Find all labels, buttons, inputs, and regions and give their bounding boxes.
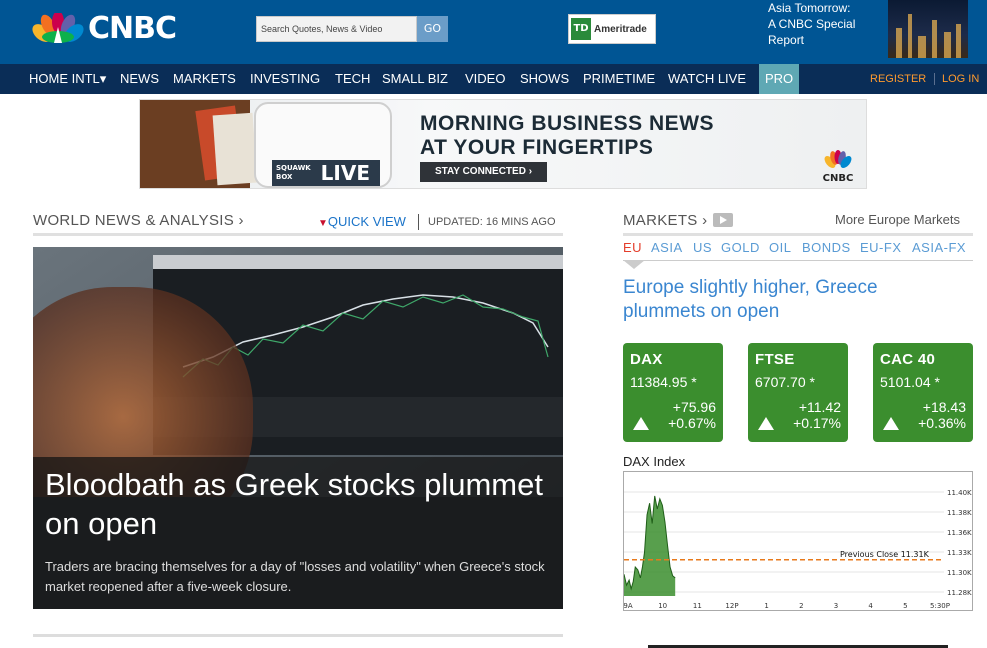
cnbc-logo[interactable]: CNBC [32,12,222,46]
tile-percent: +0.67% [668,415,716,431]
arrow-up-icon [633,417,649,430]
tab-asia-fx[interactable]: ASIA-FX [912,240,966,255]
nav-item-pro[interactable]: PRO [759,64,800,94]
tile-price: 5101.04 * [880,374,940,390]
banner-ad[interactable]: LIVE SQUAWK BOX MORNING BUSINESS NEWS AT … [139,99,867,189]
tile-change: +75.96 [672,399,716,415]
tile-change: +11.42 [798,399,841,415]
quick-view-link[interactable]: ▼QUICK VIEW [318,214,406,229]
peacock-icon [824,150,852,168]
nav-item-primetime[interactable]: PRIMETIME [583,64,655,94]
search-go-button[interactable]: GO [417,16,448,42]
chart-x-tick-label: 2 [799,602,803,610]
play-video-icon[interactable] [713,213,733,227]
tab-bonds[interactable]: BONDS [802,240,851,255]
nav-item-home-intl[interactable]: HOME INTL▾ [29,64,106,94]
index-tile-dax[interactable]: DAX 11384.95 * +75.96 +0.67% [623,343,723,442]
tile-price: 6707.70 * [755,374,815,390]
logo-wordmark: CNBC [88,11,177,46]
chart-y-tick-label: 11.36K [947,529,972,537]
ad-brand-text: Ameritrade [594,23,647,35]
markets-rule [623,233,973,236]
register-link[interactable]: REGISTER [870,64,926,94]
nav-item-video[interactable]: VIDEO [465,64,505,94]
promo-line-3: Report [768,33,805,47]
nav-item-markets[interactable]: MARKETS [173,64,236,94]
nav-item-small-biz[interactable]: SMALL BIZ [382,64,448,94]
hero-headline[interactable]: Bloodbath as Greek stocks plummet on ope… [45,465,545,543]
nav-item-tech[interactable]: TECH [335,64,370,94]
chart-x-tick-label: 9A [624,602,633,610]
index-tile-cac40[interactable]: CAC 40 5101.04 * +18.43 +0.36% [873,343,973,442]
nav-item-shows[interactable]: SHOWS [520,64,569,94]
chart-y-tick-label: 11.30K [947,569,972,577]
chart-x-tick-label: 1 [764,602,768,610]
chart-x-tick-label: 3 [834,602,838,610]
asia-promo[interactable]: Asia Tomorrow: A CNBC Special Report [768,0,878,48]
tile-percent: +0.17% [793,415,841,431]
banner-headline: MORNING BUSINESS NEWS AT YOUR FINGERTIPS [420,112,715,159]
phone-squawk-label: SQUAWK BOX [276,164,311,181]
tile-change: +18.43 [922,399,966,415]
tab-asia[interactable]: ASIA [651,240,683,255]
tile-price: 11384.95 * [630,374,697,390]
chart-x-tick-label: 12P [725,602,738,610]
chart-x-tick-label: 4 [868,602,873,610]
promo-line-2: A CNBC Special [768,17,856,31]
banner-cnbc-logo: CNBC [816,150,860,184]
chart-y-tick-label: 11.40K [947,489,972,497]
asia-promo-thumbnail[interactable] [888,0,968,58]
top-header: CNBC Search Quotes, News & Video GO TD A… [0,0,987,64]
dax-chart[interactable]: 11.40K 11.38K 11.36K 11.33K 11.30K 11.28K Prev… [623,471,973,611]
hero-story[interactable]: Bloodbath as Greek stocks plummet on ope… [33,247,563,609]
ameritrade-ad[interactable]: TD Ameritrade [568,14,656,44]
more-europe-markets-link[interactable]: More Europe Markets [835,212,960,227]
arrow-up-icon [758,417,774,430]
phone-image: LIVE SQUAWK BOX [254,102,392,188]
chart-y-tick-label: 11.33K [947,549,972,557]
world-news-rule [33,233,563,236]
tile-name: CAC 40 [880,351,936,368]
peacock-icon [32,13,84,43]
tabs-rule [623,260,973,261]
nav-item-watch-live[interactable]: WATCH LIVE [668,64,746,94]
index-tile-ftse[interactable]: FTSE 6707.70 * +11.42 +0.17% [748,343,848,442]
world-news-heading[interactable]: WORLD NEWS & ANALYSIS › [33,212,244,229]
chart-x-tick-label: 11 [693,602,702,610]
dax-chart-svg: 11.40K 11.38K 11.36K 11.33K 11.30K 11.28K Prev… [624,489,972,610]
nav-item-investing[interactable]: INVESTING [250,64,320,94]
nav-item-news[interactable]: NEWS [120,64,159,94]
wallet-image [140,100,258,188]
chart-x-tick-label: 5:30P [930,602,950,610]
tab-oil[interactable]: OIL [769,240,791,255]
markets-heading[interactable]: MARKETS › [623,212,707,229]
tile-name: DAX [630,351,663,368]
chart-x-tick-label: 10 [658,602,667,610]
main-nav: HOME INTL▾ NEWS MARKETS INVESTING TECH S… [0,64,987,94]
arrow-up-icon [883,417,899,430]
tab-us[interactable]: US [693,240,712,255]
dax-chart-title: DAX Index [623,454,686,469]
stay-connected-button[interactable]: STAY CONNECTED › [420,162,547,182]
chart-y-tick-label: 11.38K [947,509,972,517]
updated-time: UPDATED: 16 MINS AGO [418,214,556,230]
markets-headline[interactable]: Europe slightly higher, Greece plummets … [623,276,963,324]
tile-percent: +0.36% [918,415,966,431]
nav-divider [934,73,935,85]
chart-x-tick-label: 5 [903,602,907,610]
tab-eu[interactable]: EU [623,240,642,255]
promo-line-1: Asia Tomorrow: [768,1,851,15]
tile-name: FTSE [755,351,795,368]
tab-gold[interactable]: GOLD [721,240,760,255]
previous-close-label: Previous Close 11.31K [840,550,930,559]
search-input[interactable]: Search Quotes, News & Video [256,16,417,42]
login-link[interactable]: LOG IN [942,64,979,94]
td-logo: TD [571,18,591,40]
triangle-down-icon: ▼ [318,218,328,229]
tab-eu-fx[interactable]: EU-FX [860,240,902,255]
section-divider [33,634,563,637]
hero-summary: Traders are bracing themselves for a day… [45,559,545,594]
chart-y-tick-label: 11.28K [947,589,972,597]
active-tab-caret [623,260,645,269]
